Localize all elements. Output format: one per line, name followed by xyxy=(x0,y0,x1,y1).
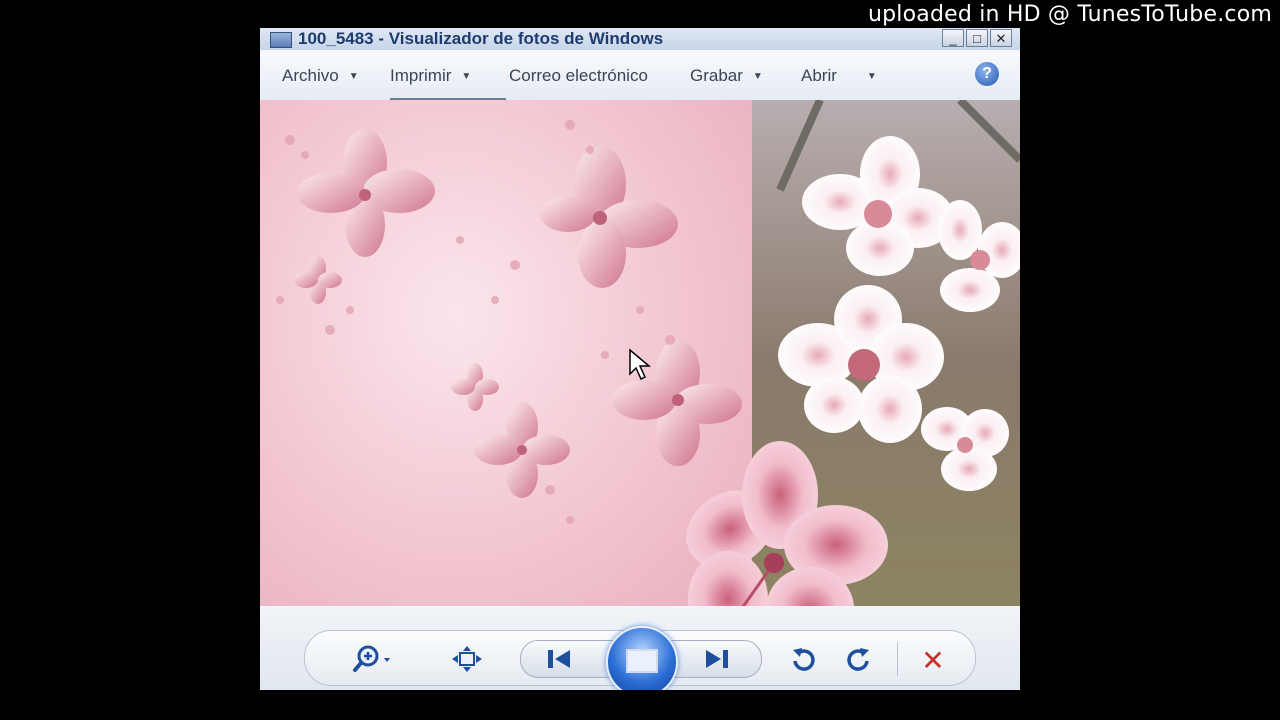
slideshow-button[interactable] xyxy=(606,626,678,690)
minimize-button[interactable]: _ xyxy=(942,29,964,47)
menu-imprimir[interactable]: Imprimir ▼ xyxy=(390,66,471,86)
menu-abrir[interactable]: Abrir ▼ xyxy=(801,66,877,86)
previous-button[interactable] xyxy=(544,646,576,672)
menu-grabar[interactable]: Grabar ▼ xyxy=(690,66,763,86)
menu-abrir-label: Abrir xyxy=(801,66,837,85)
menu-archivo-label: Archivo xyxy=(282,66,339,85)
chevron-down-icon: ▼ xyxy=(348,71,359,82)
rotate-left-button[interactable] xyxy=(786,644,820,674)
menu-grabar-label: Grabar xyxy=(690,66,743,85)
delete-button[interactable]: ✕ xyxy=(916,644,950,678)
chevron-down-icon: ▼ xyxy=(866,71,877,82)
menu-bar: Archivo ▼ Imprimir ▼ Correo electrónico Gr… xyxy=(260,52,1020,101)
rotate-counterclockwise-icon xyxy=(793,648,815,671)
window-title: 100_5483 - Visualizador de fotos de Wind… xyxy=(298,29,664,48)
navigation-toolbar: ✕ xyxy=(260,606,1020,690)
toolbar-separator xyxy=(897,642,898,676)
magnifier-zoom-icon xyxy=(353,645,390,672)
next-icon xyxy=(706,650,728,668)
previous-icon xyxy=(548,650,570,668)
menu-correo-label: Correo electrónico xyxy=(509,66,648,85)
mouse-cursor-icon xyxy=(629,348,652,381)
rotate-right-button[interactable] xyxy=(842,644,876,674)
menu-imprimir-label: Imprimir xyxy=(390,66,452,85)
close-window-button[interactable]: ✕ xyxy=(990,29,1012,47)
zoom-button[interactable] xyxy=(352,642,404,676)
watermark-text: uploaded in HD @ TunesToTube.com xyxy=(867,2,1272,27)
actual-size-button[interactable] xyxy=(450,644,484,674)
next-button[interactable] xyxy=(700,646,732,672)
actual-size-icon xyxy=(452,646,482,672)
maximize-button[interactable]: □ xyxy=(966,29,988,47)
window-controls: _ □ ✕ xyxy=(942,29,1012,47)
slideshow-icon xyxy=(626,649,658,673)
title-bar[interactable]: 100_5483 - Visualizador de fotos de Wind… xyxy=(260,28,1020,50)
menu-archivo[interactable]: Archivo ▼ xyxy=(282,66,359,86)
delete-icon: ✕ xyxy=(921,645,945,676)
chevron-down-icon: ▼ xyxy=(461,71,472,82)
chevron-down-icon: ▼ xyxy=(752,71,763,82)
rotate-clockwise-icon xyxy=(847,648,869,671)
photo-viewer-app-icon xyxy=(270,32,292,48)
menu-correo-electronico[interactable]: Correo electrónico xyxy=(509,66,648,86)
help-icon[interactable]: ? xyxy=(975,62,999,86)
